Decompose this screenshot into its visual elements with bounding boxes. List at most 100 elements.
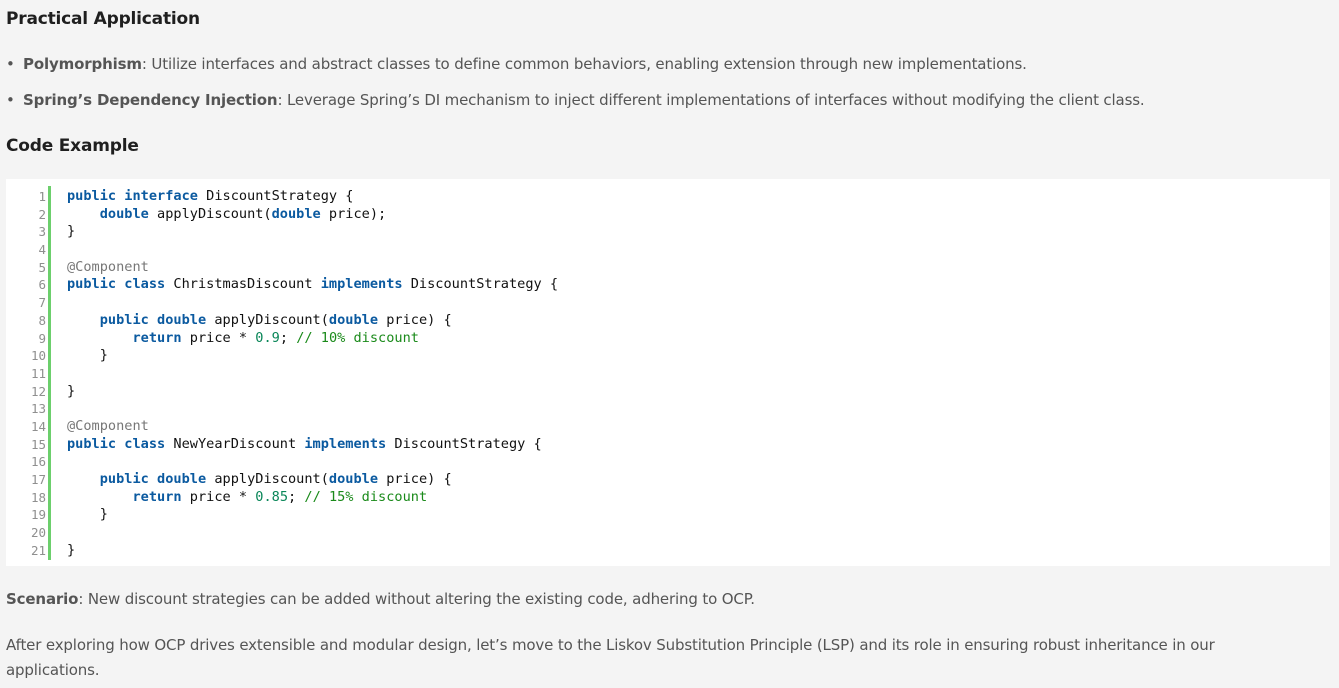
scenario-paragraph: Scenario: New discount strategies can be…: [6, 587, 755, 612]
code-token: public class: [67, 435, 166, 452]
code-line: return price * 0.85; // 15% discount: [67, 489, 558, 507]
code-token: @Component: [67, 258, 149, 275]
bullet-list: • Polymorphism: Utilize interfaces and ab…: [6, 53, 1326, 125]
line-number: 15: [30, 436, 46, 452]
code-line: }: [67, 223, 558, 241]
code-token: 0.9: [255, 329, 280, 346]
code-line: }: [67, 506, 558, 524]
code-token: ChristmasDiscount: [165, 276, 321, 293]
line-number: 11: [30, 365, 46, 381]
code-token: }: [67, 223, 76, 240]
line-number: 19: [30, 507, 46, 523]
code-token: public double: [99, 311, 207, 328]
line-number: 16: [30, 454, 46, 470]
code-token: }: [67, 506, 108, 523]
list-item: • Polymorphism: Utilize interfaces and ab…: [6, 53, 1326, 75]
bullet-term: Spring’s Dependency Injection: [23, 91, 278, 109]
code-line: public interface DiscountStrategy {: [67, 188, 558, 206]
line-number: 1: [38, 189, 46, 204]
code-token: double: [271, 205, 321, 222]
code-token: implements: [304, 435, 387, 452]
code-token: public class: [67, 276, 166, 293]
code-line: ​: [67, 524, 558, 542]
closing-paragraph: After exploring how OCP drives extensibl…: [6, 636, 1215, 679]
code-token: // 15% discount: [304, 488, 428, 505]
code-token: price *: [181, 329, 256, 346]
code-line: return price * 0.9; // 10% discount: [67, 330, 558, 348]
code-line: @Component: [67, 259, 558, 277]
line-number: 10: [30, 348, 46, 364]
code-token: @Component: [67, 417, 149, 434]
code-line: ​: [67, 400, 558, 418]
code-highlight-bar: [48, 186, 51, 560]
code-token: NewYearDiscount: [165, 435, 305, 452]
code-token: ;: [279, 329, 297, 346]
section-heading-code-example: Code Example: [6, 136, 139, 156]
line-number: 17: [30, 472, 46, 487]
code-line: public double applyDiscount(double price…: [67, 471, 558, 489]
code-token: double: [328, 311, 379, 328]
line-number: 6: [38, 277, 46, 293]
bullet-text: : Leverage Spring’s DI mechanism to inje…: [277, 91, 1145, 109]
code-token: public double: [99, 471, 207, 487]
code-line: double applyDiscount(double price);: [67, 206, 558, 224]
line-number: 5: [38, 259, 46, 275]
bullet-dot-icon: •: [6, 55, 15, 73]
line-number: 4: [38, 242, 46, 258]
line-number: 13: [30, 401, 46, 417]
code-token: DiscountStrategy {: [386, 435, 542, 452]
code-token: }: [67, 541, 76, 558]
line-number: 20: [30, 525, 46, 541]
code-line: public class ChristmasDiscount implement…: [67, 276, 558, 294]
code-line: ​: [67, 453, 558, 471]
list-item: • Spring’s Dependency Injection: Leverage…: [6, 89, 1326, 111]
code-line: }: [67, 347, 558, 365]
code-line: ​: [67, 241, 558, 259]
code-token: DiscountStrategy {: [197, 188, 354, 204]
code-token: }: [67, 347, 108, 364]
code-line: public double applyDiscount(double price…: [67, 312, 558, 330]
code-line: public class NewYearDiscount implements …: [67, 436, 558, 454]
code-token: public interface: [67, 188, 198, 204]
line-number: 7: [38, 295, 46, 311]
code-token: applyDiscount(: [206, 311, 329, 328]
code-token: return: [132, 329, 182, 346]
line-number: 8: [38, 312, 46, 328]
scenario-term: Scenario: [6, 590, 79, 608]
code-token: double: [328, 471, 379, 487]
bullet-dot-icon: •: [6, 91, 15, 109]
code-token: price) {: [378, 471, 452, 487]
code-token: }: [67, 382, 76, 399]
code-token: applyDiscount(: [206, 471, 329, 487]
code-line: }: [67, 383, 558, 401]
line-number: 18: [30, 489, 46, 505]
section-heading-practical-application: Practical Application: [6, 9, 200, 29]
code-line: ​: [67, 365, 558, 383]
line-number: 21: [30, 542, 46, 558]
code-token: applyDiscount(: [148, 205, 272, 222]
bullet-term: Polymorphism: [23, 55, 142, 73]
line-number: 2: [38, 206, 46, 222]
scenario-text: : New discount strategies can be added w…: [78, 590, 755, 608]
code-token: // 10% discount: [296, 329, 419, 346]
code-token: price);: [320, 205, 387, 222]
line-number: 14: [30, 418, 46, 434]
code-token: return: [132, 488, 182, 505]
code-content[interactable]: public interface DiscountStrategy { doub…: [67, 188, 558, 559]
code-token: DiscountStrategy {: [402, 276, 559, 293]
line-number-gutter: 1 2 3 4 5 6 7 8 9 10 11 12 13 14 15 16 17 18 19 20 21: [6, 188, 46, 559]
line-number: 3: [38, 224, 46, 240]
line-number: 9: [38, 330, 46, 346]
code-line: }: [67, 542, 558, 560]
line-number: 12: [30, 383, 46, 399]
bullet-text: : Utilize interfaces and abstract classe…: [141, 55, 1027, 73]
code-token: implements: [320, 276, 403, 293]
code-token: ;: [288, 488, 305, 505]
code-block[interactable]: 1 2 3 4 5 6 7 8 9 10 11 12 13 14 15 16 17 18 19 20 21 public…: [6, 179, 1330, 566]
code-line: @Component: [67, 418, 558, 436]
